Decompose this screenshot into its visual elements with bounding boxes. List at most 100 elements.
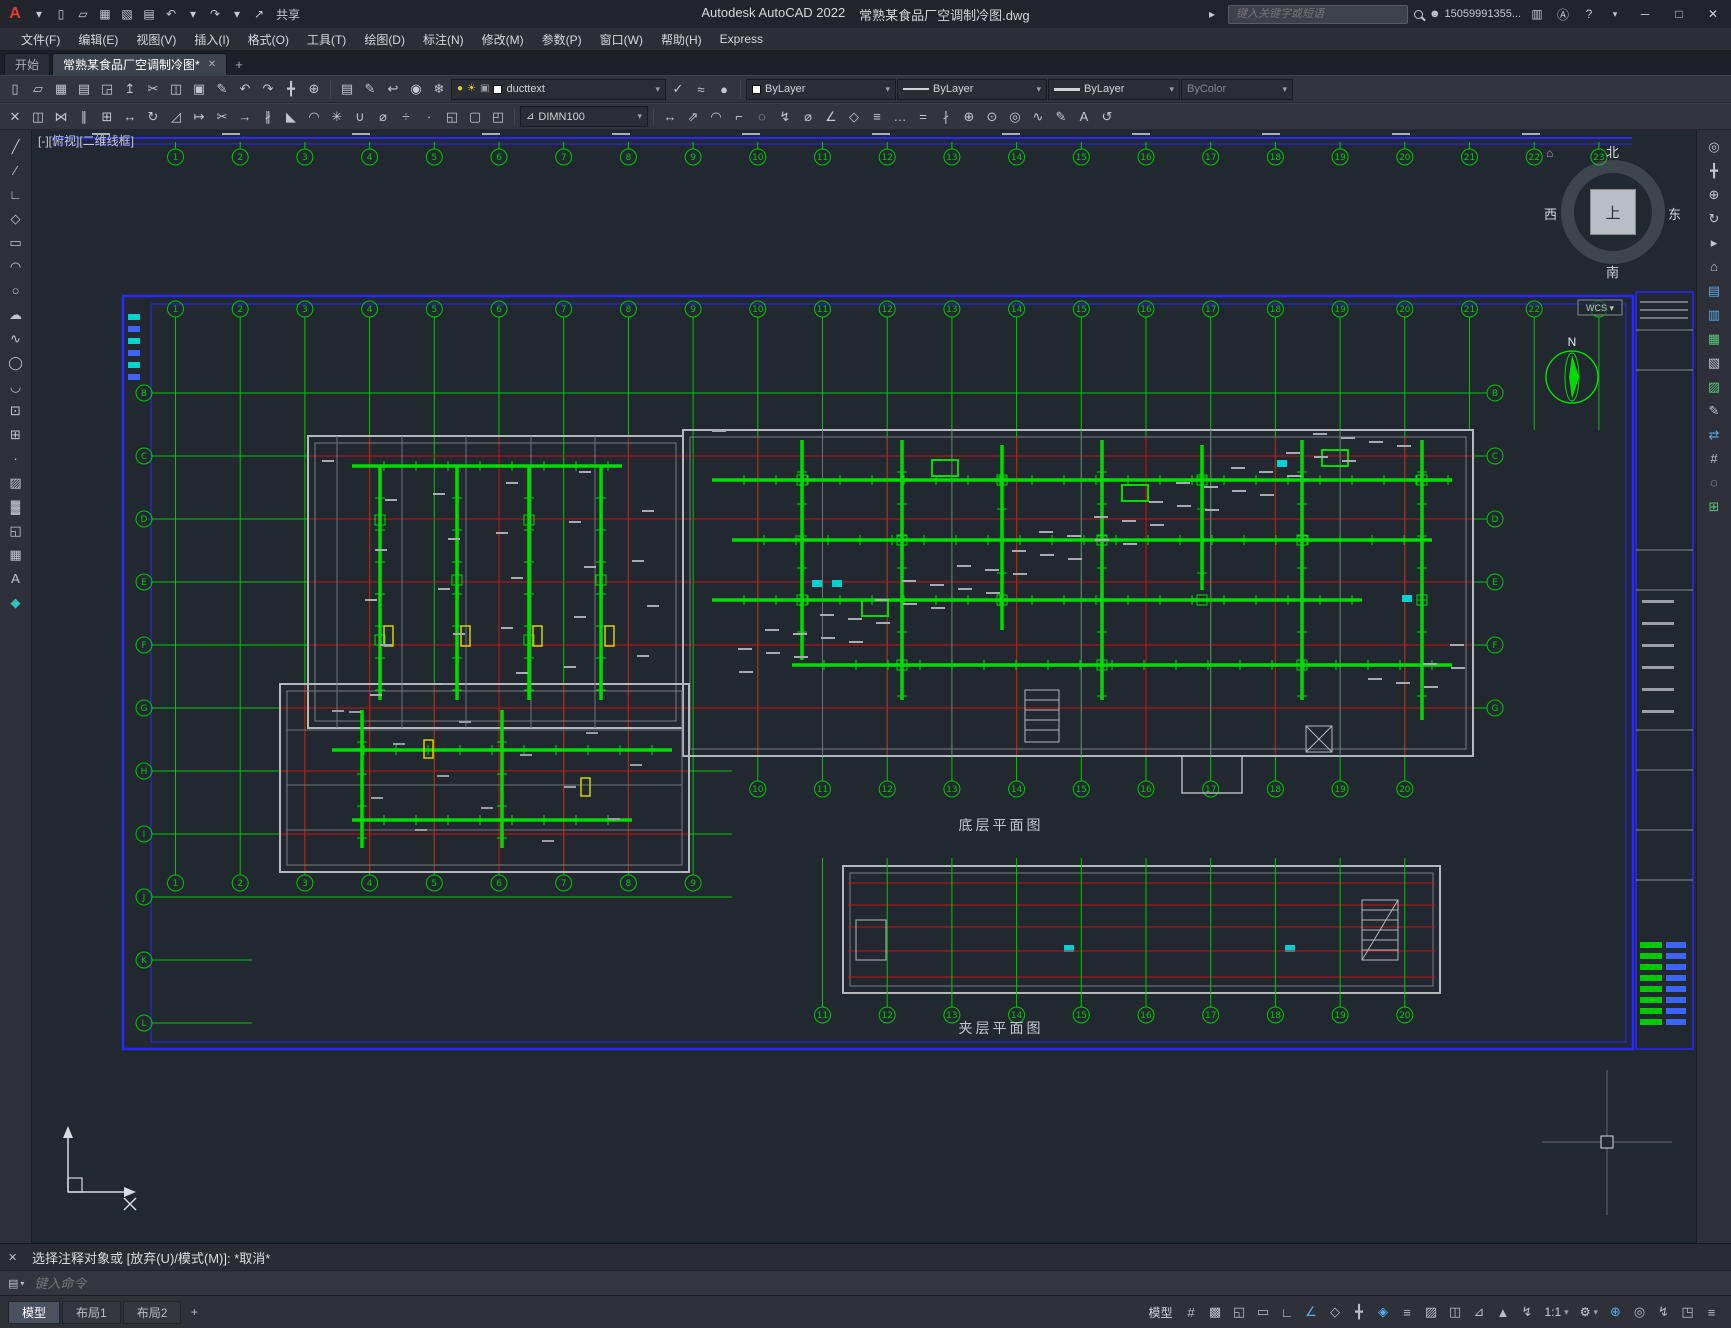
redo-icon[interactable]: ↷ <box>257 78 279 100</box>
orbit-icon[interactable]: ↻ <box>1703 208 1725 229</box>
named-views-icon[interactable]: ▤ <box>1703 280 1725 301</box>
layer-previous-icon[interactable]: ↩ <box>382 78 404 100</box>
layer-properties-icon[interactable]: ▤ <box>336 78 358 100</box>
viewcube-home-icon[interactable]: ⌂ <box>1703 256 1725 277</box>
isolate-objects-icon[interactable]: ◎ <box>1628 1300 1651 1324</box>
help-search-box[interactable] <box>1227 4 1408 24</box>
dynamic-ucs-icon[interactable]: ⊿ <box>1467 1300 1490 1324</box>
dim-text-edit-icon[interactable]: A <box>1073 106 1095 128</box>
selection-cycling-icon[interactable]: ◫ <box>1443 1300 1466 1324</box>
ellipse-arc-icon[interactable]: ◡ <box>5 376 27 397</box>
dim-aligned-icon[interactable]: ⇗ <box>682 106 704 128</box>
showmotion-icon[interactable]: ▸ <box>1703 232 1725 253</box>
command-input[interactable] <box>32 1274 1723 1292</box>
menu-item-5[interactable]: 工具(T) <box>298 28 355 50</box>
hatch-icon[interactable]: ▨ <box>5 472 27 493</box>
polyline-icon[interactable]: ∟ <box>5 184 27 205</box>
menu-item-11[interactable]: 帮助(H) <box>652 28 711 50</box>
tool-palettes-icon[interactable]: ▧ <box>1703 352 1725 373</box>
undo-icon[interactable]: ↶ <box>161 4 181 24</box>
navigation-wheel-icon[interactable]: ◎ <box>1703 136 1725 157</box>
dim-angular-icon[interactable]: ∠ <box>820 106 842 128</box>
menu-item-9[interactable]: 参数(P) <box>533 28 591 50</box>
lineweight-display-icon[interactable]: ≡ <box>1395 1300 1418 1324</box>
point-icon[interactable]: · <box>5 448 27 469</box>
save-as-icon[interactable]: ▧ <box>117 4 137 24</box>
dim-edit-icon[interactable]: ✎ <box>1050 106 1072 128</box>
dim-diameter-icon[interactable]: ⌀ <box>797 106 819 128</box>
annotation-monitor-icon[interactable]: ⊕ <box>1604 1300 1627 1324</box>
create-block-icon[interactable]: ⊞ <box>5 424 27 445</box>
match-properties-icon[interactable]: ✎ <box>211 78 233 100</box>
line-icon[interactable]: ╱ <box>5 136 27 157</box>
rectangle-icon[interactable]: ▭ <box>5 232 27 253</box>
gradient-icon[interactable]: ▓ <box>5 496 27 517</box>
menu-item-6[interactable]: 绘图(D) <box>355 28 414 50</box>
region-icon[interactable]: ◱ <box>5 520 27 541</box>
menu-item-7[interactable]: 标注(N) <box>414 28 473 50</box>
plot-icon[interactable]: ▤ <box>139 4 159 24</box>
layer-dropdown[interactable]: ● ☀ ▣ ducttext ▾ <box>451 78 666 100</box>
viewcube-south-label[interactable]: 南 <box>1606 262 1619 281</box>
autoscale-icon[interactable]: ↯ <box>1515 1300 1538 1324</box>
insert-block-icon[interactable]: ⊡ <box>5 400 27 421</box>
search-icon[interactable] <box>1413 9 1423 19</box>
app-menu-arrow-icon[interactable]: ▾ <box>29 4 49 24</box>
move-icon[interactable]: ↔ <box>119 106 141 128</box>
command-close-icon[interactable]: ✕ <box>8 1251 22 1264</box>
menu-item-1[interactable]: 编辑(E) <box>69 28 127 50</box>
transparency-icon[interactable]: ▨ <box>1419 1300 1442 1324</box>
undo-arrow-icon[interactable]: ▾ <box>183 4 203 24</box>
layer-walk-icon[interactable]: ≈ <box>690 78 712 100</box>
count-icon[interactable]: # <box>1703 448 1725 469</box>
menu-item-10[interactable]: 窗口(W) <box>591 28 652 50</box>
point-style-icon[interactable]: ∙ <box>418 106 440 128</box>
mirror-icon[interactable]: ⋈ <box>50 106 72 128</box>
dim-jog-line-icon[interactable]: ∿ <box>1027 106 1049 128</box>
workspace-switching[interactable]: ⚙ ▾ <box>1575 1305 1603 1319</box>
model-paper-toggle[interactable]: 模型 <box>1142 1304 1178 1321</box>
clean-screen-icon[interactable]: ◳ <box>1676 1300 1699 1324</box>
dim-update-icon[interactable]: ↺ <box>1096 106 1118 128</box>
markup-import-icon[interactable]: ✎ <box>1703 400 1725 421</box>
dynamic-input-icon[interactable]: ▭ <box>1251 1300 1274 1324</box>
autocad-logo-icon[interactable]: A <box>4 5 26 23</box>
open-icon[interactable]: ▱ <box>73 4 93 24</box>
arc-icon[interactable]: ◠ <box>5 256 27 277</box>
object-color-dropdown[interactable]: ByLayer ▾ <box>746 78 896 100</box>
dim-jogged-icon[interactable]: ↯ <box>774 106 796 128</box>
drawing-svg[interactable]: 1 2 3 4 5 6 7 8 9 10 11 12 13 14 15 16 17 18 19 20 21 22 23112… <box>32 130 1696 1243</box>
qnew-icon[interactable]: ▯ <box>4 78 26 100</box>
new-tab-button[interactable]: + <box>229 54 249 74</box>
viewcube-top-face[interactable]: 上 <box>1590 189 1636 235</box>
viewport-controls-label[interactable]: [-][俯视][二维线框] <box>38 132 134 149</box>
infer-constraints-icon[interactable]: ◱ <box>1227 1300 1250 1324</box>
redo-arrow-icon[interactable]: ▾ <box>227 4 247 24</box>
copy-icon[interactable]: ◫ <box>165 78 187 100</box>
dim-ordinate-icon[interactable]: ⌐ <box>728 106 750 128</box>
model-space-canvas[interactable]: [-][俯视][二维线框] 1 2 3 4 5 6 7 8 9 10 11 12 13 14 15 16 17 1… <box>32 130 1696 1243</box>
region-icon[interactable]: ◱ <box>441 106 463 128</box>
object-snap-tracking-icon[interactable]: ╋ <box>1347 1300 1370 1324</box>
search-expand-icon[interactable]: ▸ <box>1202 4 1222 24</box>
ortho-mode-icon[interactable]: ∟ <box>1275 1300 1298 1324</box>
polygon-icon[interactable]: ◇ <box>5 208 27 229</box>
object-snap-icon[interactable]: ◈ <box>1371 1300 1394 1324</box>
copy-object-icon[interactable]: ◫ <box>27 106 49 128</box>
help-arrow-icon[interactable]: ▾ <box>1605 4 1625 24</box>
chamfer-icon[interactable]: ◣ <box>280 106 302 128</box>
layer-off-icon[interactable]: ● <box>713 78 735 100</box>
tab-document[interactable]: 常熟某食品厂空调制冷图* ✕ <box>52 53 228 75</box>
app-store-cart-icon[interactable]: ▥ <box>1527 4 1547 24</box>
stretch-icon[interactable]: ↦ <box>188 106 210 128</box>
dim-arc-length-icon[interactable]: ◠ <box>705 106 727 128</box>
linetype-dropdown[interactable]: ByLayer ▾ <box>897 78 1047 100</box>
menu-item-0[interactable]: 文件(F) <box>12 28 69 50</box>
group-icon[interactable]: ◰ <box>487 106 509 128</box>
divide-icon[interactable]: ÷ <box>395 106 417 128</box>
zoom-extents-icon[interactable]: ⊕ <box>1703 184 1725 205</box>
array-icon[interactable]: ⊞ <box>96 106 118 128</box>
view-cube[interactable]: ⌂ 北 南 西 东 上 <box>1544 144 1681 281</box>
undo-icon[interactable]: ↶ <box>234 78 256 100</box>
properties-palette-icon[interactable]: ▥ <box>1703 304 1725 325</box>
